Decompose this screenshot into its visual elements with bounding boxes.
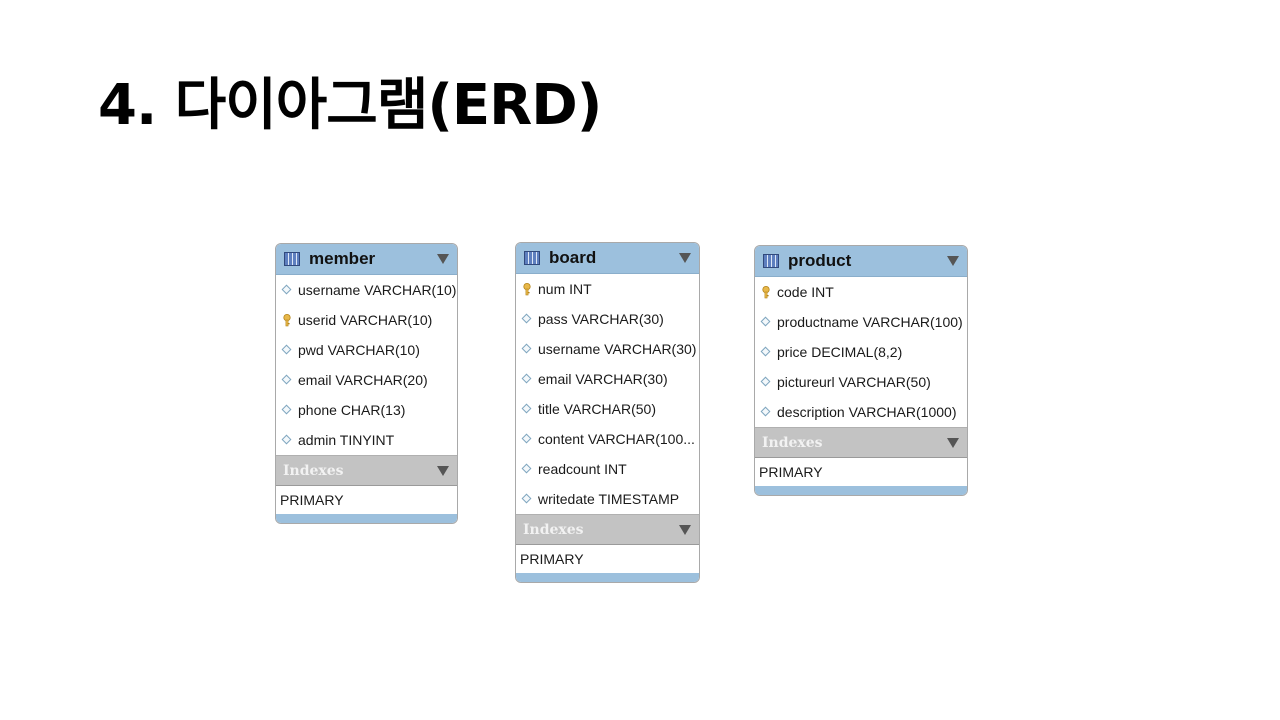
entity-name: member (309, 249, 376, 268)
column-label: phone CHAR(13) (298, 402, 406, 418)
diamond-icon (281, 284, 293, 296)
column-row[interactable]: productname VARCHAR(100) (755, 307, 967, 337)
diamond-icon (521, 493, 533, 505)
column-row[interactable]: code INT (755, 277, 967, 307)
chevron-down-icon[interactable] (947, 437, 959, 448)
column-row[interactable]: pwd VARCHAR(10) (276, 335, 457, 365)
diamond-icon (521, 313, 533, 325)
entity-header[interactable]: board (516, 243, 699, 274)
key-icon (522, 283, 533, 296)
column-label: userid VARCHAR(10) (298, 312, 433, 328)
chevron-down-icon[interactable] (437, 465, 449, 476)
column-row[interactable]: writedate TIMESTAMP (516, 484, 699, 514)
column-row[interactable]: userid VARCHAR(10) (276, 305, 457, 335)
entity-footer (516, 573, 699, 582)
table-icon (524, 251, 540, 265)
column-row[interactable]: pictureurl VARCHAR(50) (755, 367, 967, 397)
column-row[interactable]: phone CHAR(13) (276, 395, 457, 425)
entity-name: board (549, 248, 597, 267)
diamond-icon (521, 433, 533, 445)
diamond-icon (281, 374, 293, 386)
index-row[interactable]: PRIMARY (276, 485, 457, 514)
chevron-down-icon[interactable] (679, 524, 691, 535)
column-list: num INT pass VARCHAR(30) username VARCHAR(… (516, 274, 699, 514)
column-row[interactable]: description VARCHAR(1000) (755, 397, 967, 427)
diamond-icon (521, 403, 533, 415)
column-label: pass VARCHAR(30) (538, 311, 664, 327)
entity-header[interactable]: member (276, 244, 457, 275)
index-row[interactable]: PRIMARY (755, 457, 967, 486)
column-row[interactable]: num INT (516, 274, 699, 304)
column-label: pwd VARCHAR(10) (298, 342, 420, 358)
chevron-down-icon[interactable] (437, 254, 449, 264)
diamond-icon (760, 316, 772, 328)
column-label: price DECIMAL(8,2) (777, 344, 903, 360)
entity-name: product (788, 251, 852, 270)
column-list: code INT productname VARCHAR(100) price DE… (755, 277, 967, 427)
column-row[interactable]: pass VARCHAR(30) (516, 304, 699, 334)
column-row[interactable]: email VARCHAR(30) (516, 364, 699, 394)
chevron-down-icon[interactable] (679, 253, 691, 263)
entity-member[interactable]: member username VARCHAR(10) userid VARCHAR… (275, 243, 458, 524)
column-row[interactable]: username VARCHAR(30) (516, 334, 699, 364)
column-label: email VARCHAR(20) (298, 372, 428, 388)
entity-footer (755, 486, 967, 495)
column-label: username VARCHAR(30) (538, 341, 697, 357)
column-list: username VARCHAR(10) userid VARCHAR(10) pw… (276, 275, 457, 455)
column-row[interactable]: readcount INT (516, 454, 699, 484)
column-label: content VARCHAR(100... (538, 431, 695, 447)
key-icon (761, 286, 772, 299)
entity-header[interactable]: product (755, 246, 967, 277)
indexes-label: Indexes (523, 521, 584, 538)
column-label: pictureurl VARCHAR(50) (777, 374, 931, 390)
chevron-down-icon[interactable] (947, 256, 959, 266)
column-label: readcount INT (538, 461, 627, 477)
diamond-icon (760, 376, 772, 388)
table-icon (284, 252, 300, 266)
column-label: code INT (777, 284, 834, 300)
indexes-header[interactable]: Indexes (276, 455, 457, 485)
diamond-icon (281, 434, 293, 446)
column-row[interactable]: title VARCHAR(50) (516, 394, 699, 424)
column-row[interactable]: username VARCHAR(10) (276, 275, 457, 305)
column-label: username VARCHAR(10) (298, 282, 457, 298)
entity-board[interactable]: board num INT pass VARCHAR(30) username VAR… (515, 242, 700, 583)
diamond-icon (521, 463, 533, 475)
column-row[interactable]: admin TINYINT (276, 425, 457, 455)
column-label: productname VARCHAR(100) (777, 314, 963, 330)
indexes-header[interactable]: Indexes (755, 427, 967, 457)
key-icon (282, 314, 293, 327)
indexes-header[interactable]: Indexes (516, 514, 699, 544)
indexes-label: Indexes (283, 462, 344, 479)
entity-product[interactable]: product code INT productname VARCHAR(100) p… (754, 245, 968, 496)
column-label: writedate TIMESTAMP (538, 491, 680, 507)
column-label: description VARCHAR(1000) (777, 404, 957, 420)
column-label: admin TINYINT (298, 432, 395, 448)
diamond-icon (521, 373, 533, 385)
column-row[interactable]: content VARCHAR(100... (516, 424, 699, 454)
diamond-icon (760, 346, 772, 358)
column-row[interactable]: email VARCHAR(20) (276, 365, 457, 395)
column-row[interactable]: price DECIMAL(8,2) (755, 337, 967, 367)
slide-title: 4. 다이아그램(ERD) (98, 73, 602, 138)
diamond-icon (760, 406, 772, 418)
column-label: num INT (538, 281, 592, 297)
diamond-icon (281, 344, 293, 356)
entity-footer (276, 514, 457, 523)
column-label: title VARCHAR(50) (538, 401, 656, 417)
diamond-icon (281, 404, 293, 416)
column-label: email VARCHAR(30) (538, 371, 668, 387)
indexes-label: Indexes (762, 434, 823, 451)
index-row[interactable]: PRIMARY (516, 544, 699, 573)
table-icon (763, 254, 779, 268)
diamond-icon (521, 343, 533, 355)
